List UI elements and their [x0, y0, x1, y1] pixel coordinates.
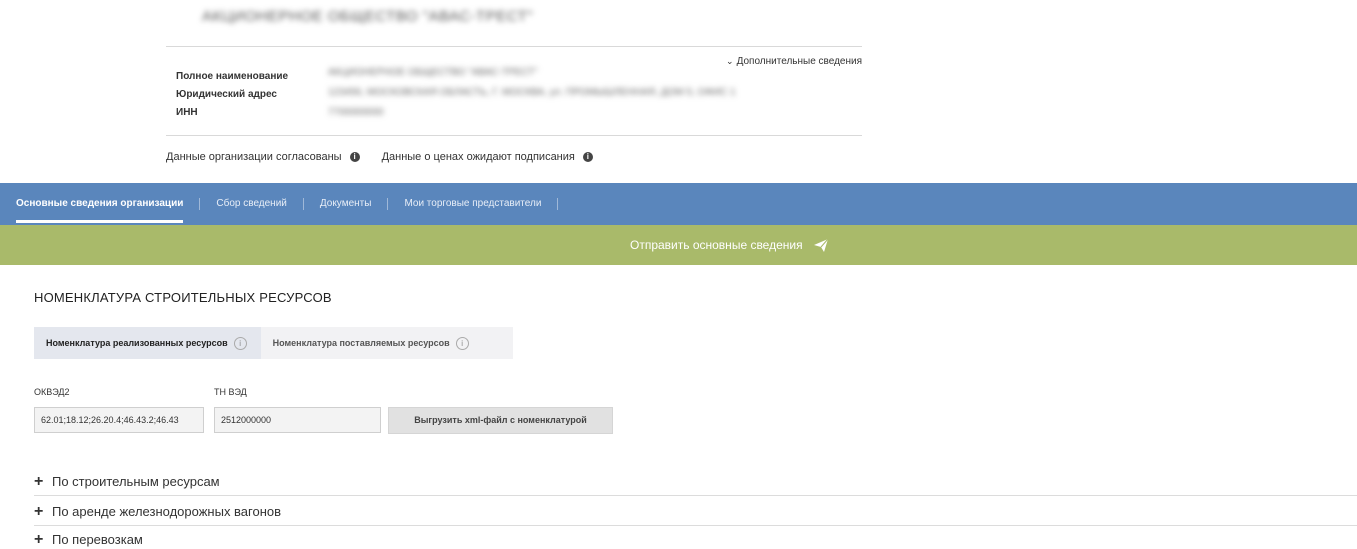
tab-data-collection[interactable]: Сбор сведений — [200, 183, 302, 225]
tab-supplied-resources[interactable]: Номенклатура поставляемых ресурсов i — [260, 327, 513, 359]
send-basic-info-button[interactable]: Отправить основные сведения — [630, 225, 829, 265]
tab-implemented-resources[interactable]: Номенклатура реализованных ресурсов i — [34, 327, 261, 359]
section-title: НОМЕНКЛАТУРА СТРОИТЕЛЬНЫХ РЕСУРСОВ — [34, 290, 332, 305]
plus-icon: + — [34, 473, 44, 490]
tab-label: Номенклатура реализованных ресурсов — [46, 338, 228, 348]
divider — [34, 495, 1357, 496]
accordion-construction-resources[interactable]: + По строительным ресурсам — [34, 473, 1357, 491]
okved-field[interactable]: 62.01;18.12;26.20.4;46.43.2;46.43 — [34, 407, 204, 433]
nomenclature-tabs: Номенклатура реализованных ресурсов i Но… — [34, 327, 513, 359]
organization-info-panel: ⌄ Дополнительные сведения Полное наименов… — [166, 46, 862, 136]
price-data-status: Данные о ценах ожидают подписания — [381, 151, 575, 163]
send-button-label: Отправить основные сведения — [630, 238, 803, 252]
plus-icon: + — [34, 531, 44, 548]
tab-basic-info[interactable]: Основные сведения организации — [0, 183, 199, 225]
inn-label: ИНН — [176, 107, 198, 118]
full-name-value: АКЦИОНЕРНОЕ ОБЩЕСТВО "АВАС-ТРЕСТ" — [328, 67, 538, 78]
info-icon[interactable]: i — [233, 336, 247, 350]
tab-sales-representatives[interactable]: Мои торговые представители — [388, 183, 557, 225]
nav-divider — [557, 198, 559, 210]
tab-documents[interactable]: Документы — [304, 183, 388, 225]
chevron-down-icon: ⌄ — [726, 56, 734, 66]
additional-info-link[interactable]: ⌄ Дополнительные сведения — [726, 56, 862, 67]
info-icon[interactable]: i — [582, 152, 593, 162]
organization-title: АКЦИОНЕРНОЕ ОБЩЕСТВО "АВАС-ТРЕСТ" — [202, 8, 534, 25]
divider — [34, 525, 1357, 526]
additional-info-label: Дополнительные сведения — [736, 56, 862, 67]
info-icon[interactable]: i — [455, 336, 469, 350]
full-name-label: Полное наименование — [176, 71, 289, 82]
export-xml-button[interactable]: Выгрузить xml-файл с номенклатурой — [388, 407, 613, 434]
legal-address-label: Юридический адрес — [176, 89, 277, 100]
paper-plane-icon — [813, 238, 828, 252]
accordion-label: По перевозкам — [52, 532, 143, 547]
plus-icon: + — [34, 503, 44, 520]
main-nav: Основные сведения организации Сбор сведе… — [0, 183, 1357, 225]
tnved-field[interactable]: 2512000000 — [214, 407, 381, 433]
info-icon[interactable]: i — [349, 152, 360, 162]
okved-label: ОКВЭД2 — [34, 387, 70, 397]
send-bar: Отправить основные сведения — [0, 225, 1357, 265]
tnved-label: ТН ВЭД — [214, 387, 247, 397]
inn-value: 7700000000 — [328, 107, 384, 118]
accordion-label: По строительным ресурсам — [52, 474, 220, 489]
org-data-status: Данные организации согласованы — [166, 151, 342, 163]
tab-label: Номенклатура поставляемых ресурсов — [272, 338, 450, 348]
legal-address-value: 123456, МОСКОВСКАЯ ОБЛАСТЬ, Г. МОСКВА, у… — [328, 87, 736, 98]
accordion-label: По аренде железнодорожных вагонов — [52, 504, 282, 519]
status-line: Данные организации согласованы i Данные … — [166, 151, 615, 163]
accordion-transportation[interactable]: + По перевозкам — [34, 531, 1357, 549]
accordion-railcar-rental[interactable]: + По аренде железнодорожных вагонов — [34, 503, 1357, 521]
